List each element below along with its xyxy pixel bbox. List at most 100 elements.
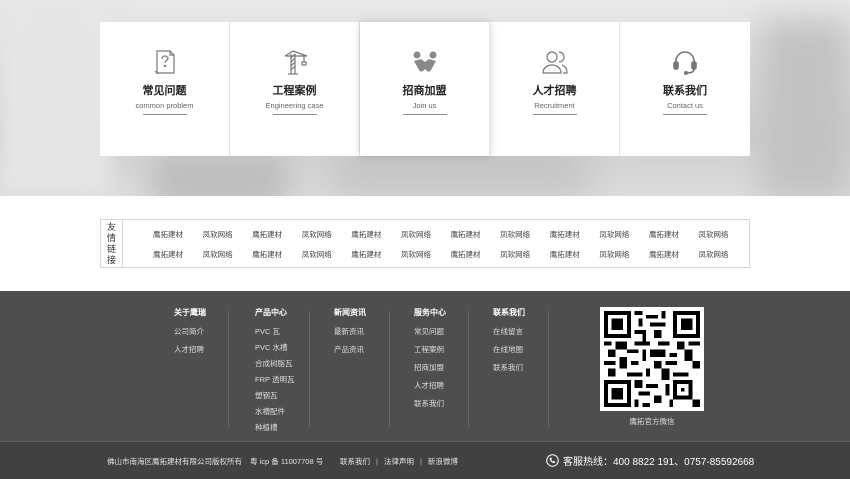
card-underline — [272, 114, 317, 115]
friend-link[interactable]: 凤软网络 — [699, 225, 749, 245]
crane-icon — [284, 50, 307, 75]
friend-link[interactable]: 鹰拓建材 — [153, 225, 203, 245]
footer-link[interactable]: 种植槽 — [255, 423, 294, 432]
footer-divider — [309, 311, 310, 427]
footer-link[interactable]: 塑钢瓦 — [255, 391, 294, 400]
card-subtitle: Join us — [412, 101, 437, 110]
friend-link[interactable]: 鹰拓建材 — [252, 225, 302, 245]
footer-heading: 关于鹰瑞 — [174, 308, 206, 317]
copyright-text: 佛山市南海区鹰拓建材有限公司版权所有粤 icp 备 11007708 号 — [107, 456, 323, 467]
qr-caption: 鹰拓官方微信 — [629, 417, 675, 426]
footer-link[interactable]: 常见问题 — [414, 327, 446, 336]
headset-icon — [673, 51, 697, 75]
footer-heading: 联系我们 — [493, 308, 525, 317]
friend-link[interactable]: 鹰拓建材 — [351, 225, 401, 245]
footer-link[interactable]: PVC 水槽 — [255, 343, 294, 352]
friend-links-grid: 鹰拓建材 凤软网络 鹰拓建材 凤软网络 鹰拓建材 凤软网络 鹰拓建材 凤软网络 … — [123, 220, 749, 267]
footer-link[interactable]: 招商加盟 — [414, 363, 446, 372]
handshake-icon — [413, 51, 436, 72]
icp-number: 粤 icp 备 11007708 号 — [250, 457, 324, 466]
footer-heading: 服务中心 — [414, 308, 446, 317]
site-footer: 关于鹰瑞 公司简介 人才招聘 产品中心 PVC 瓦 PVC 水槽 合成树脂瓦 F… — [0, 291, 850, 479]
friend-link[interactable]: 凤软网络 — [599, 225, 649, 245]
card-underline — [663, 114, 707, 115]
footer-divider — [389, 311, 390, 427]
card-faq[interactable]: 常见问题 common problem — [100, 22, 230, 156]
friend-link[interactable]: 凤软网络 — [401, 225, 451, 245]
footer-divider — [548, 311, 549, 427]
footer-heading: 产品中心 — [255, 308, 287, 317]
footer-col-news: 新闻资讯 最新资讯 产品资讯 — [334, 307, 366, 363]
footer-link[interactable]: 水槽配件 — [255, 407, 294, 416]
footer-col-contact: 联系我们 在线留言 在线地图 联系我们 — [493, 307, 525, 381]
friend-link[interactable]: 凤软网络 — [500, 245, 550, 265]
friend-link[interactable]: 凤软网络 — [302, 225, 352, 245]
friend-link[interactable]: 凤软网络 — [401, 245, 451, 265]
friend-link[interactable]: 鹰拓建材 — [550, 225, 600, 245]
footer-link[interactable]: 在线留言 — [493, 327, 525, 336]
bottom-link-weibo[interactable]: 新浪微博 — [428, 457, 458, 466]
wechat-qr-code — [600, 307, 704, 411]
friend-link[interactable]: 凤软网络 — [302, 245, 352, 265]
footer-col-about: 关于鹰瑞 公司简介 人才招聘 — [174, 307, 206, 363]
card-join[interactable]: 招商加盟 Join us — [360, 22, 490, 156]
footer-link[interactable]: 最新资讯 — [334, 327, 366, 336]
card-underline — [142, 114, 187, 115]
footer-link[interactable]: 合成树脂瓦 — [255, 359, 294, 368]
footer-col-service: 服务中心 常见问题 工程案例 招商加盟 人才招聘 联系我们 — [414, 307, 446, 417]
footer-link[interactable]: 工程案例 — [414, 345, 446, 354]
footer-link[interactable]: FRP 透明瓦 — [255, 375, 294, 384]
people-icon — [541, 51, 568, 74]
copyright: 佛山市南海区鹰拓建材有限公司版权所有 — [107, 457, 242, 466]
card-title: 常见问题 — [142, 85, 187, 97]
card-title: 联系我们 — [663, 85, 707, 97]
card-recruitment[interactable]: 人才招聘 Recruitment — [490, 22, 620, 156]
friend-link[interactable]: 凤软网络 — [203, 225, 253, 245]
card-engineering[interactable]: 工程案例 Engineering case — [230, 22, 360, 156]
friend-link[interactable]: 凤软网络 — [500, 225, 550, 245]
footer-divider — [468, 311, 469, 427]
quick-nav-cards: 常见问题 common problem 工程案例 Engineering cas… — [100, 22, 750, 156]
footer-link[interactable]: 公司简介 — [174, 327, 206, 336]
card-underline — [532, 114, 577, 115]
bottom-links: 联系我们 | 法律声明 | 新浪微博 — [340, 457, 458, 466]
card-title: 招商加盟 — [402, 85, 447, 97]
footer-divider — [228, 311, 229, 427]
hotline: 客服热线：400 8822 191、0757-85592668 — [546, 453, 754, 468]
question-doc-icon — [154, 50, 175, 75]
qr-code-icon — [604, 311, 700, 407]
card-underline — [402, 114, 447, 115]
footer-link[interactable]: 在线地图 — [493, 345, 525, 354]
footer-heading: 新闻资讯 — [334, 308, 366, 317]
friend-link[interactable]: 鹰拓建材 — [451, 245, 501, 265]
card-title: 人才招聘 — [532, 85, 577, 97]
phone-icon — [546, 454, 559, 467]
footer-col-products: 产品中心 PVC 瓦 PVC 水槽 合成树脂瓦 FRP 透明瓦 塑钢瓦 水槽配件… — [255, 307, 294, 439]
footer-link[interactable]: 联系我们 — [414, 399, 446, 408]
footer-link[interactable]: 人才招聘 — [414, 381, 446, 390]
footer-link[interactable]: 联系我们 — [493, 363, 525, 372]
card-subtitle: Contact us — [667, 101, 703, 110]
friend-links-label: 友 情 链 接 — [101, 220, 123, 267]
bottom-link-legal[interactable]: 法律声明 — [384, 457, 414, 466]
friend-link[interactable]: 凤软网络 — [699, 245, 749, 265]
friend-link[interactable]: 鹰拓建材 — [649, 245, 699, 265]
friend-link[interactable]: 鹰拓建材 — [649, 225, 699, 245]
friend-link[interactable]: 鹰拓建材 — [153, 245, 203, 265]
footer-link[interactable]: PVC 瓦 — [255, 327, 294, 336]
friend-link[interactable]: 鹰拓建材 — [252, 245, 302, 265]
friend-link[interactable]: 鹰拓建材 — [550, 245, 600, 265]
hotline-text: 客服热线：400 8822 191、0757-85592668 — [563, 457, 755, 468]
friend-link[interactable]: 鹰拓建材 — [451, 225, 501, 245]
bottom-link-contact[interactable]: 联系我们 — [340, 457, 370, 466]
footer-link[interactable]: 产品资讯 — [334, 345, 366, 354]
friend-links: 友 情 链 接 鹰拓建材 凤软网络 鹰拓建材 凤软网络 鹰拓建材 凤软网络 鹰拓… — [100, 219, 750, 268]
friend-link[interactable]: 凤软网络 — [599, 245, 649, 265]
card-contact[interactable]: 联系我们 Contact us — [620, 22, 750, 156]
friend-link[interactable]: 凤软网络 — [203, 245, 253, 265]
footer-link[interactable]: 人才招聘 — [174, 345, 206, 354]
friend-link[interactable]: 鹰拓建材 — [351, 245, 401, 265]
card-subtitle: Recruitment — [534, 101, 575, 110]
card-subtitle: common problem — [135, 101, 194, 110]
card-title: 工程案例 — [272, 85, 317, 97]
